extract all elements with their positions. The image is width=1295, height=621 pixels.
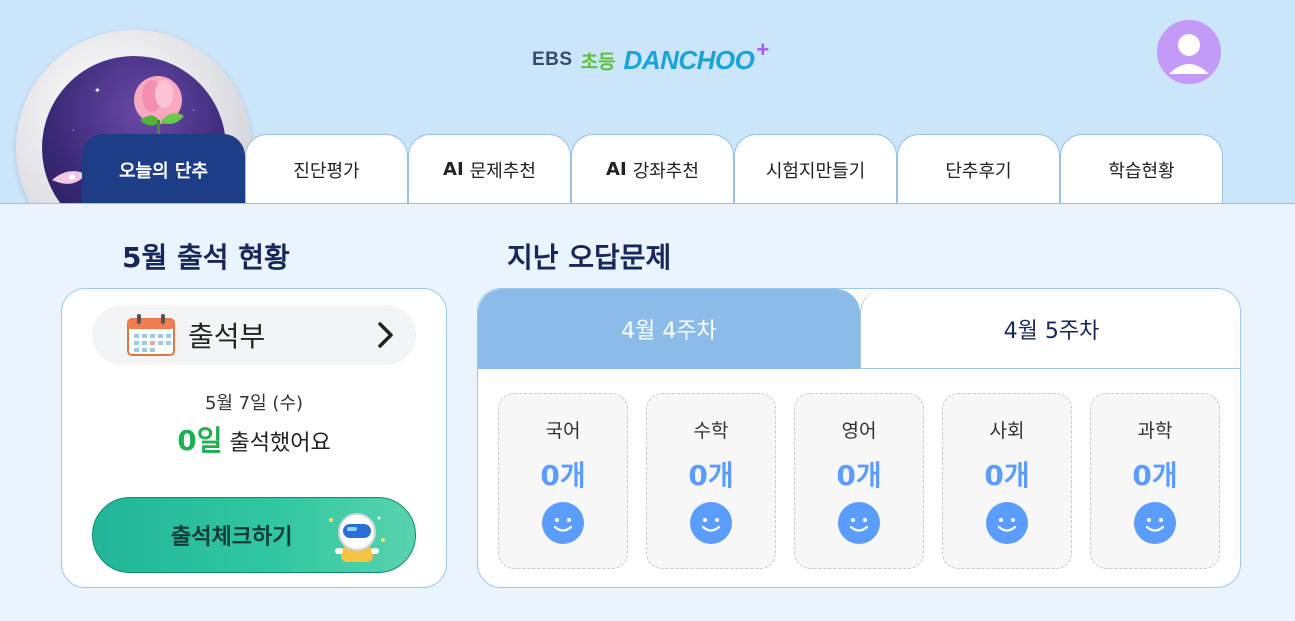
user-silhouette-icon bbox=[1169, 34, 1209, 74]
attendance-days-count: 0일 bbox=[177, 424, 223, 457]
tab-label: 시험지만들기 bbox=[765, 160, 866, 182]
subject-card-english[interactable]: 영어 0개 bbox=[794, 393, 924, 569]
attendance-days: 0일 출석했어요 bbox=[62, 419, 446, 459]
chevron-right-icon bbox=[378, 322, 393, 348]
tab-ai-lecture-recommend[interactable]: AI 강좌추천 bbox=[571, 134, 734, 203]
subject-card-science[interactable]: 과학 0개 bbox=[1090, 393, 1220, 569]
tab-prefix: AI bbox=[606, 159, 627, 180]
attendance-days-suffix: 출석했어요 bbox=[229, 431, 331, 456]
smile-face-icon bbox=[838, 502, 880, 544]
subject-count: 0개 bbox=[1132, 459, 1178, 492]
attendance-book-label: 출석부 bbox=[188, 320, 266, 353]
subject-name: 영어 bbox=[841, 420, 877, 442]
astronaut-robot-icon bbox=[329, 513, 385, 562]
logo-grade: 초등 bbox=[580, 51, 616, 73]
subject-card-korean[interactable]: 국어 0개 bbox=[498, 393, 628, 569]
attendance-card: 출석부 5월 7일 (수) 0일 출석했어요 출석체크하기 bbox=[61, 288, 447, 588]
tab-label: 강좌추천 bbox=[632, 160, 699, 182]
attendance-book-button[interactable]: 출석부 bbox=[92, 305, 416, 365]
logo-ebs: EBS bbox=[532, 49, 573, 70]
tab-danchoo-review[interactable]: 단추후기 bbox=[897, 134, 1060, 203]
week-tab-label: 4월 4주차 bbox=[621, 319, 717, 344]
tab-label: 학습현황 bbox=[1108, 160, 1175, 182]
subject-count: 0개 bbox=[688, 459, 734, 492]
attendance-date: 5월 7일 (수) bbox=[204, 393, 304, 414]
tab-label: 문제추천 bbox=[469, 160, 536, 182]
week-tab-april-5[interactable]: 4월 5주차 bbox=[860, 289, 1240, 369]
wrong-answers-title: 지난 오답문제 bbox=[507, 241, 672, 274]
tab-ai-problem-recommend[interactable]: AI 문제추천 bbox=[408, 134, 571, 203]
subject-count: 0개 bbox=[836, 459, 882, 492]
tab-label: 단추후기 bbox=[945, 160, 1012, 182]
smile-face-icon bbox=[1134, 502, 1176, 544]
subject-name: 수학 bbox=[693, 420, 729, 442]
star-icon: · bbox=[192, 106, 195, 115]
smile-face-icon bbox=[986, 502, 1028, 544]
subject-name: 국어 bbox=[545, 420, 581, 442]
ebs-danchoo-logo[interactable]: EBS 초등 DANCHOO + bbox=[532, 37, 775, 80]
logo-plus: + bbox=[756, 37, 770, 62]
subject-name: 사회 bbox=[989, 420, 1025, 442]
logo-brand: DANCHOO bbox=[623, 44, 755, 75]
subject-count: 0개 bbox=[984, 459, 1030, 492]
subject-name: 과학 bbox=[1137, 420, 1173, 442]
top-header: ✦ · · EBS 초등 DANCHOO + 오늘의 단추 진단평가 AI 문제… bbox=[0, 0, 1295, 204]
attendance-title: 5월 출석 현황 bbox=[122, 241, 290, 274]
week-tab-april-4[interactable]: 4월 4주차 bbox=[478, 289, 860, 369]
smile-face-icon bbox=[690, 502, 732, 544]
subject-count: 0개 bbox=[540, 459, 586, 492]
calendar-icon bbox=[127, 314, 175, 356]
user-avatar-icon[interactable] bbox=[1157, 20, 1221, 84]
smile-face-icon bbox=[542, 502, 584, 544]
attendance-check-label: 출석체크하기 bbox=[171, 525, 293, 550]
week-tab-label: 4월 5주차 bbox=[1003, 318, 1100, 344]
tab-label: 진단평가 bbox=[293, 160, 360, 182]
tab-label: 오늘의 단추 bbox=[118, 160, 209, 182]
star-icon: · bbox=[72, 126, 75, 135]
tab-diagnostic-test[interactable]: 진단평가 bbox=[245, 134, 408, 203]
star-icon: ✦ bbox=[94, 86, 101, 95]
tab-make-test-paper[interactable]: 시험지만들기 bbox=[734, 134, 897, 203]
subject-card-math[interactable]: 수학 0개 bbox=[646, 393, 776, 569]
wrong-answers-card: 4월 4주차 4월 5주차 국어 0개 수학 0개 영어 0개 사회 0개 과학… bbox=[477, 288, 1241, 588]
main-tabs: 오늘의 단추 진단평가 AI 문제추천 AI 강좌추천 시험지만들기 단추후기 … bbox=[82, 134, 1223, 203]
tab-prefix: AI bbox=[443, 159, 464, 180]
tab-today-danchoo[interactable]: 오늘의 단추 bbox=[82, 134, 245, 203]
attendance-check-button[interactable]: 출석체크하기 bbox=[92, 497, 416, 573]
tab-learning-status[interactable]: 학습현황 bbox=[1060, 134, 1223, 203]
subject-card-social[interactable]: 사회 0개 bbox=[942, 393, 1072, 569]
